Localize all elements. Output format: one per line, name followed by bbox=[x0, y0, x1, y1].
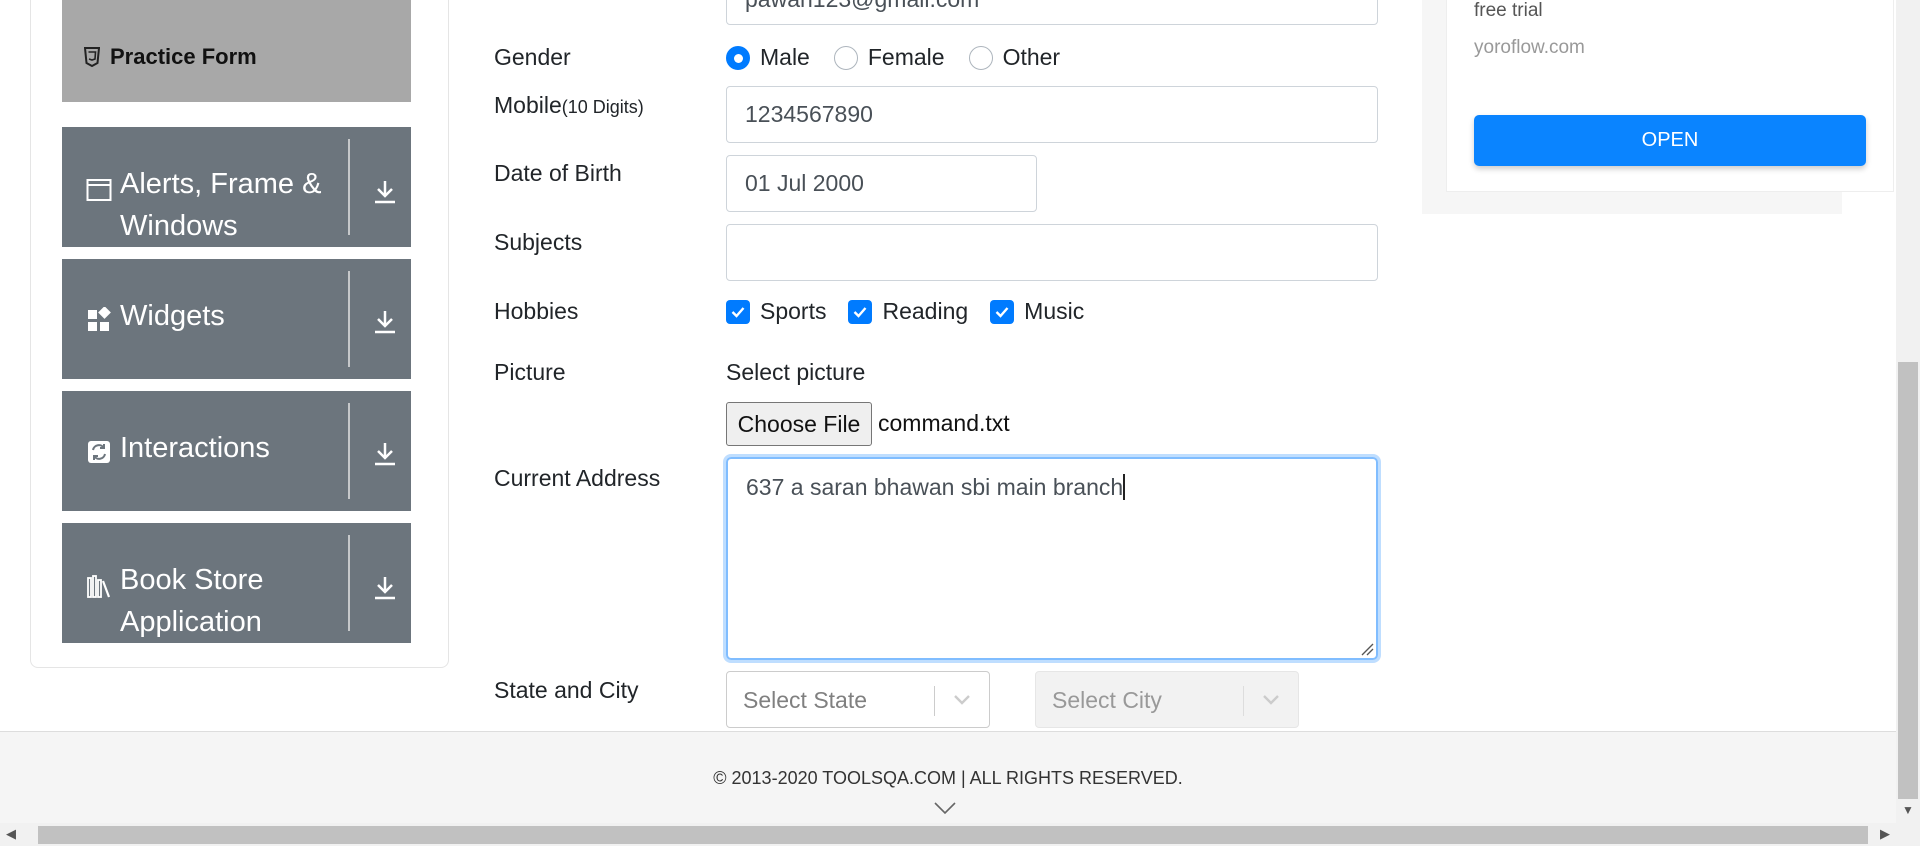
sidebar-group-label: Alerts, Frame & Windows bbox=[120, 168, 322, 242]
chevron-down-icon[interactable] bbox=[933, 801, 957, 815]
html5-icon bbox=[84, 47, 100, 67]
city-select[interactable]: Select City bbox=[1035, 671, 1299, 728]
gender-radio-group: Male Female Other bbox=[726, 44, 1084, 71]
chevron-down-icon bbox=[954, 695, 970, 705]
download-icon[interactable] bbox=[372, 177, 398, 205]
checkbox[interactable] bbox=[848, 299, 873, 324]
download-icon[interactable] bbox=[372, 573, 398, 601]
widgets-icon bbox=[88, 307, 111, 331]
radio-circle[interactable] bbox=[968, 45, 993, 70]
ad-text: free trial bbox=[1474, 0, 1543, 21]
sidebar-group-label: Book Store Application bbox=[120, 564, 264, 638]
address-label: Current Address bbox=[494, 465, 661, 491]
books-icon bbox=[87, 575, 111, 598]
radio-circle[interactable] bbox=[833, 45, 858, 70]
interactions-icon bbox=[88, 441, 110, 463]
subjects-input[interactable] bbox=[726, 224, 1378, 281]
scroll-left-arrow-icon[interactable]: ◀ bbox=[6, 826, 16, 842]
gender-radio-other[interactable]: Other bbox=[968, 44, 1060, 71]
state-select[interactable]: Select State bbox=[726, 671, 990, 728]
select-picture-text: Select picture bbox=[726, 359, 866, 385]
ad-open-button[interactable]: OPEN bbox=[1474, 115, 1866, 166]
dob-label: Date of Birth bbox=[494, 160, 622, 186]
mobile-label: Mobile(10 Digits) bbox=[494, 92, 644, 118]
gender-radio-male[interactable]: Male bbox=[726, 44, 810, 71]
sidebar-group-widgets[interactable]: Widgets bbox=[62, 259, 411, 379]
subjects-label: Subjects bbox=[494, 229, 583, 255]
gender-label: Gender bbox=[494, 44, 571, 70]
download-icon[interactable] bbox=[372, 307, 398, 335]
radio-circle[interactable] bbox=[726, 45, 750, 70]
hobbies-checkbox-group: Sports Reading Music bbox=[726, 298, 1106, 325]
hobby-checkbox-sports[interactable]: Sports bbox=[726, 298, 826, 325]
resize-handle-icon[interactable] bbox=[1360, 642, 1374, 656]
email-field[interactable]: pawan123@gmail.com bbox=[726, 0, 1378, 25]
gender-radio-female[interactable]: Female bbox=[833, 44, 945, 71]
picture-label: Picture bbox=[494, 359, 566, 385]
checkbox[interactable] bbox=[726, 299, 750, 324]
window-icon bbox=[86, 179, 112, 201]
sidebar-group-alerts-frame-windows[interactable]: Alerts, Frame & Windows bbox=[62, 127, 411, 247]
scroll-right-arrow-icon[interactable]: ▶ bbox=[1880, 826, 1890, 842]
footer: © 2013-2020 TOOLSQA.COM | ALL RIGHTS RES… bbox=[0, 731, 1896, 823]
checkbox[interactable] bbox=[990, 299, 1015, 324]
hobby-checkbox-reading[interactable]: Reading bbox=[848, 298, 968, 325]
sidebar-group-label: Widgets bbox=[120, 300, 225, 332]
file-name: command.txt bbox=[878, 410, 1010, 436]
horizontal-scrollbar-thumb[interactable] bbox=[38, 826, 1868, 844]
scroll-down-arrow-icon[interactable]: ▼ bbox=[1902, 803, 1914, 817]
chevron-down-icon bbox=[1263, 695, 1279, 705]
footer-copyright: © 2013-2020 TOOLSQA.COM | ALL RIGHTS RES… bbox=[713, 768, 1183, 788]
state-city-label: State and City bbox=[494, 677, 639, 703]
text-caret bbox=[1123, 474, 1126, 500]
checkmark-icon bbox=[995, 306, 1009, 318]
ad-url[interactable]: yoroflow.com bbox=[1474, 37, 1585, 59]
choose-file-button[interactable]: Choose File bbox=[726, 402, 872, 446]
mobile-field[interactable]: 1234567890 bbox=[726, 86, 1378, 143]
hobbies-label: Hobbies bbox=[494, 298, 579, 324]
mobile-hint: (10 Digits) bbox=[561, 97, 644, 117]
vertical-scrollbar-thumb[interactable] bbox=[1898, 362, 1918, 799]
current-address-textarea[interactable]: 637 a saran bhawan sbi main branch bbox=[726, 457, 1378, 660]
checkmark-icon bbox=[854, 306, 867, 318]
download-icon[interactable] bbox=[372, 439, 398, 467]
sidebar-group-interactions[interactable]: Interactions bbox=[62, 391, 411, 511]
checkmark-icon bbox=[731, 306, 745, 318]
sidebar-group-label: Interactions bbox=[120, 432, 270, 464]
sidebar-item-practice-form[interactable]: Practice Form bbox=[62, 0, 411, 102]
sidebar-item-label: Practice Form bbox=[110, 44, 257, 69]
dob-input[interactable]: 01 Jul 2000 bbox=[726, 155, 1037, 212]
hobby-checkbox-music[interactable]: Music bbox=[990, 298, 1084, 325]
sidebar-group-book-store[interactable]: Book Store Application bbox=[62, 523, 411, 643]
